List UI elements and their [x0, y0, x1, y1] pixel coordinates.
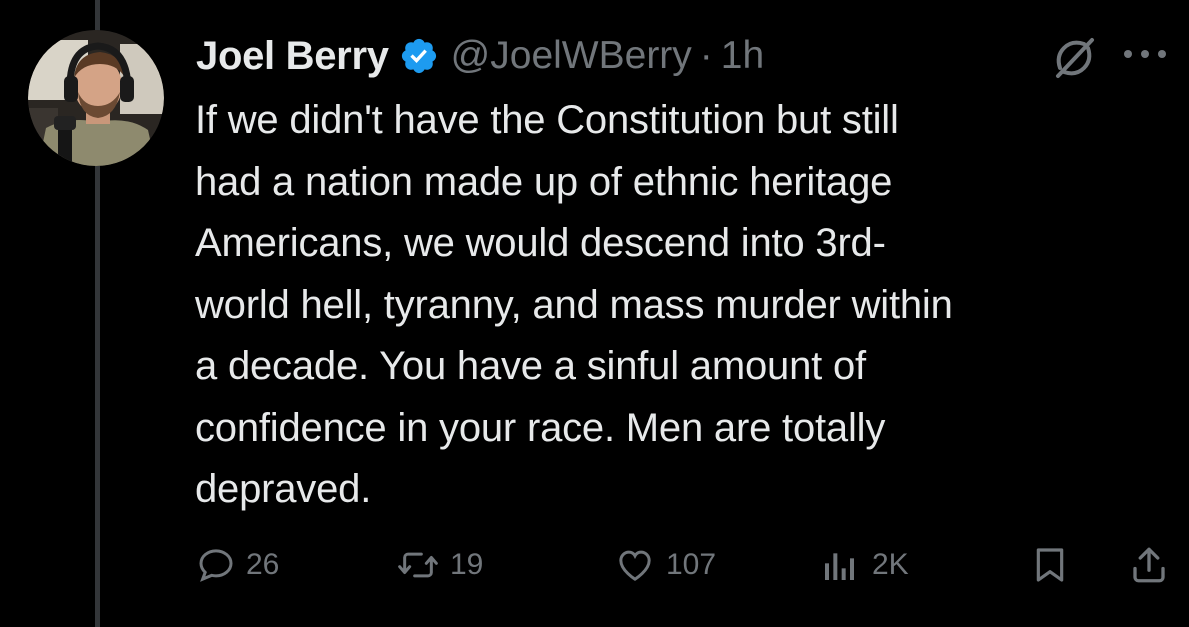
tweet[interactable]: Joel Berry @JoelWBerry · 1h If we didn't…: [0, 0, 1189, 627]
more-icon[interactable]: [1120, 46, 1170, 62]
author-name[interactable]: Joel Berry: [196, 34, 389, 79]
reply-count: 26: [246, 548, 280, 581]
reply-icon: [196, 545, 236, 585]
avatar[interactable]: [28, 30, 164, 166]
verified-badge-icon[interactable]: [399, 36, 439, 76]
like-icon: [614, 545, 656, 585]
timestamp[interactable]: 1h: [721, 34, 764, 78]
author-handle[interactable]: @JoelWBerry: [451, 34, 692, 78]
tweet-text: If we didn't have the Constitution but s…: [195, 98, 953, 511]
avatar-image: [28, 30, 164, 166]
repost-icon: [396, 545, 440, 585]
reply-button[interactable]: 26: [196, 540, 279, 590]
grok-icon[interactable]: [1050, 34, 1098, 82]
like-count: 107: [666, 548, 717, 581]
repost-count: 19: [450, 548, 484, 581]
action-bar: 26 19 107 2K: [0, 540, 1189, 590]
views-button[interactable]: 2K: [818, 540, 909, 590]
repost-button[interactable]: 19: [396, 540, 483, 590]
share-button[interactable]: [1128, 540, 1170, 590]
bookmark-icon: [1030, 544, 1070, 586]
views-icon: [818, 545, 862, 585]
bookmark-button[interactable]: [1030, 540, 1070, 590]
separator-dot: ·: [699, 34, 713, 77]
share-icon: [1128, 544, 1170, 586]
views-count: 2K: [872, 548, 909, 581]
like-button[interactable]: 107: [614, 540, 716, 590]
tweet-header: Joel Berry @JoelWBerry · 1h: [196, 28, 764, 84]
